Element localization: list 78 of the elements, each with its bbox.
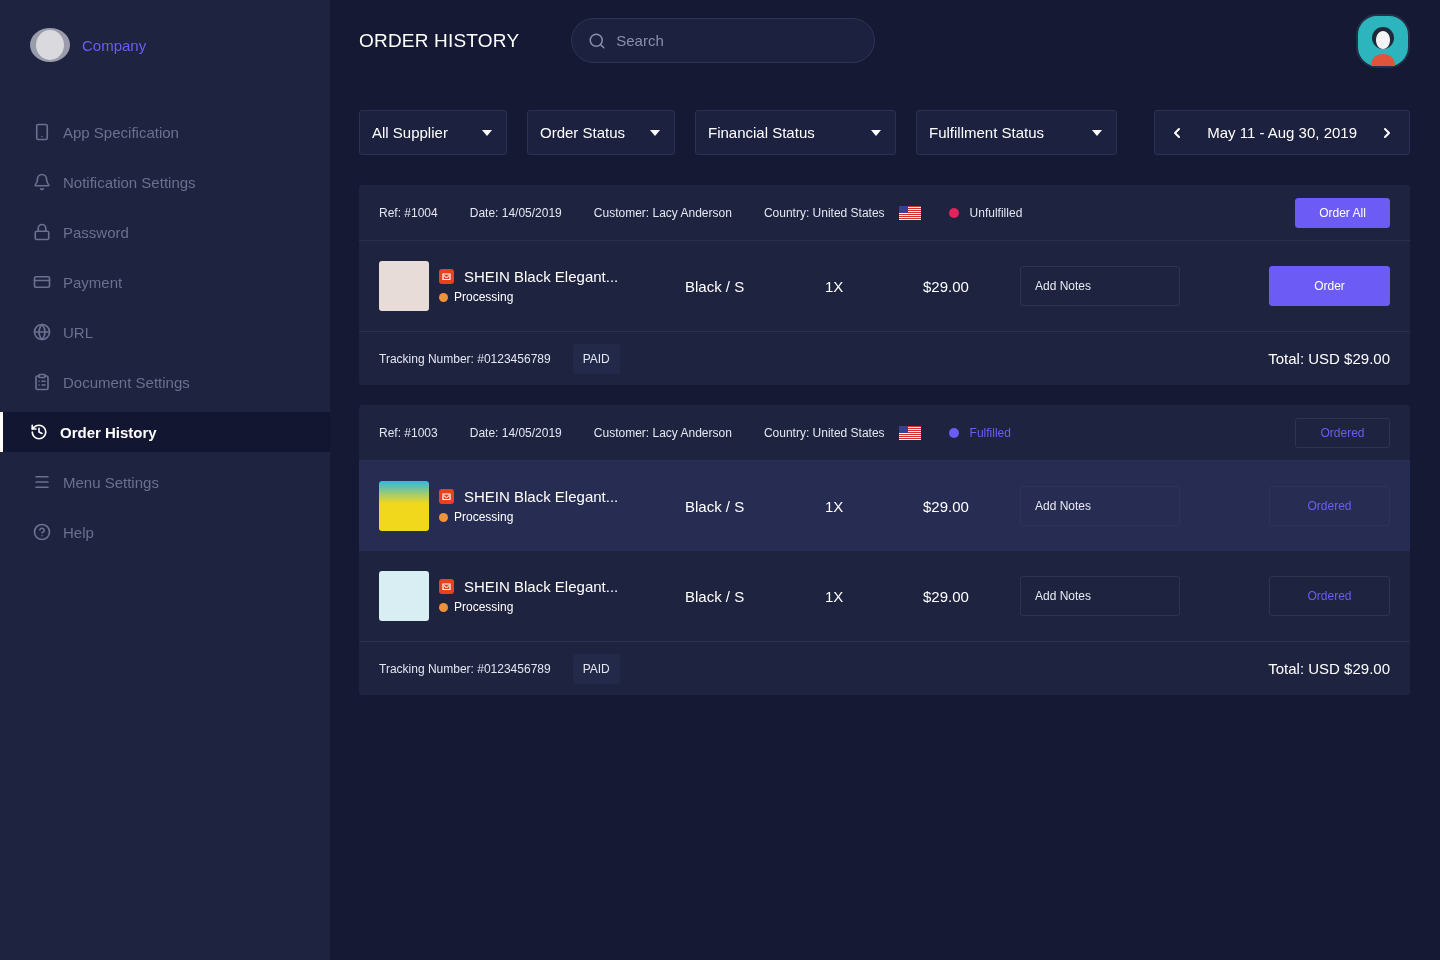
caret-icon [871,129,881,136]
search-input[interactable]: Search [614,31,859,50]
date-range: May 11 - Aug 30, 2019 [1207,124,1357,141]
country: Country: United States [763,205,885,220]
variant: Black / S [685,277,746,295]
phone-icon [33,123,51,141]
history-icon [30,423,48,441]
lock-icon [33,223,51,241]
item-status: Processing [454,510,514,524]
payment-badge: PAID [572,343,620,374]
filter-dropdown[interactable]: Fulfillment Status [916,110,1117,155]
company-logo [30,28,70,62]
item-status: Processing [454,290,514,304]
sidebar-item[interactable]: Notification Settings [0,162,330,202]
quantity: 1X [825,277,845,295]
page-title: ORDER HISTORY [359,29,520,52]
filter-dropdown[interactable]: Order Status [527,110,675,155]
search-icon [588,31,607,50]
payment-badge: PAID [572,653,620,684]
sidebar-item[interactable]: Menu Settings [0,462,330,502]
product-name: SHEIN Black Elegant... [464,578,619,595]
quantity: 1X [825,497,845,515]
variant: Black / S [685,497,746,515]
company-name: Company [82,36,147,54]
sidebar-item[interactable]: Help [0,512,330,552]
order-date: Date: 14/05/2019 [469,425,562,440]
help-icon [33,523,51,541]
notes-field[interactable]: Add Notes [1020,576,1180,616]
clipboard-icon [33,373,51,391]
photo-placeholder [379,261,429,311]
sidebar-item[interactable]: Payment [0,262,330,302]
order-total: Total: USD $29.00 [1268,350,1390,367]
sidebar-item[interactable]: URL [0,312,330,352]
menu-icon [33,473,51,491]
flag-icon [898,205,921,220]
tracking-number: Tracking Number: #0123456789 [379,661,551,676]
fulfillment-status: Unfulfilled [969,205,1023,220]
quantity: 1X [825,587,845,605]
order-button[interactable]: Ordered [1269,576,1390,616]
photo-placeholder [379,571,429,621]
price: $29.00 [923,587,970,605]
price: $29.00 [923,497,970,515]
sidebar-item[interactable]: Password [0,212,330,252]
item-status: Processing [454,600,514,614]
product-name: SHEIN Black Elegant... [464,488,619,505]
order-button[interactable]: Ordered [1269,486,1390,526]
customer-name: Customer: Lacy Anderson [593,425,732,440]
variant: Black / S [685,587,746,605]
fulfillment-status: Fulfilled [969,425,1011,440]
sidebar-item[interactable]: Document Settings [0,362,330,402]
price: $29.00 [923,277,970,295]
notes-field[interactable]: Add Notes [1020,486,1180,526]
order-button[interactable]: Order [1269,266,1390,306]
order-total: Total: USD $29.00 [1268,660,1390,677]
caret-icon [650,129,660,136]
photo-placeholder [379,481,429,531]
filter-dropdown[interactable]: All Supplier [359,110,507,155]
order-all-button[interactable]: Order All [1295,197,1390,228]
sidebar-item[interactable]: App Specification [0,112,330,152]
sidebar-item[interactable]: Order History [0,412,330,452]
credit-card-icon [33,273,51,291]
order-all-button[interactable]: Ordered [1295,417,1390,448]
caret-icon [482,129,492,136]
globe-icon [33,323,51,341]
flag-icon [898,425,921,440]
search-field[interactable]: Search [571,18,876,63]
filter-dropdown[interactable]: Financial Status [695,110,896,155]
caret-icon [1092,129,1102,136]
user-avatar[interactable] [1356,13,1410,68]
order-date: Date: 14/05/2019 [469,205,562,220]
order-ref: Ref: #1004 [379,205,438,220]
notes-field[interactable]: Add Notes [1020,266,1180,306]
bell-icon [33,173,51,191]
country: Country: United States [763,425,885,440]
order-ref: Ref: #1003 [379,425,438,440]
customer-name: Customer: Lacy Anderson [593,205,732,220]
product-name: SHEIN Black Elegant... [464,268,619,285]
tracking-number: Tracking Number: #0123456789 [379,351,551,366]
